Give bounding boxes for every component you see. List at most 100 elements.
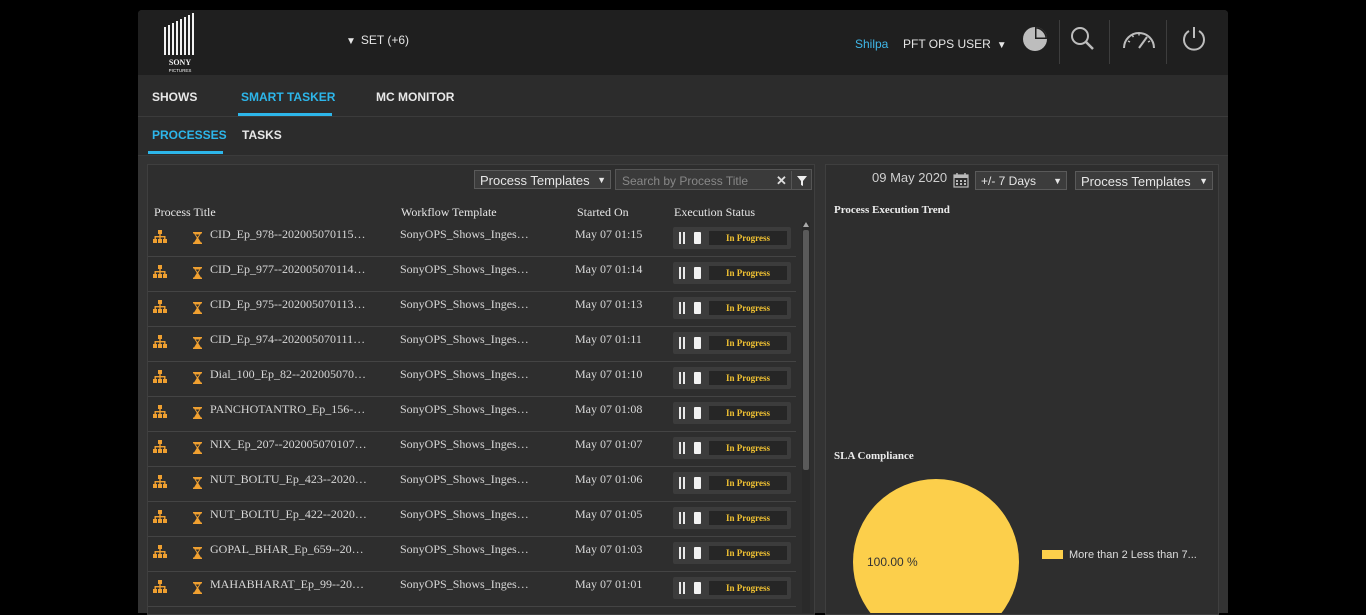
stop-icon[interactable]: [694, 267, 701, 279]
process-title[interactable]: NUT_BOLTU_Ep_422--2020…: [210, 507, 367, 522]
execution-status: In Progress: [673, 332, 791, 354]
status-badge: In Progress: [709, 511, 787, 525]
col-started-on[interactable]: Started On: [577, 205, 629, 220]
hierarchy-icon[interactable]: [153, 405, 167, 418]
pie-chart-icon[interactable]: [1020, 24, 1050, 54]
table-row[interactable]: PANCHOTANTRO_Ep_156-… SonyOPS_Shows_Inges…: [148, 396, 796, 432]
table-row[interactable]: NUT_BOLTU_Ep_422--2020… SonyOPS_Shows_Ing…: [148, 501, 796, 537]
pause-icon[interactable]: [679, 372, 686, 384]
tab-tasks[interactable]: TASKS: [242, 128, 282, 142]
table-row[interactable]: CID_Ep_978--202005070115… SonyOPS_Shows_I…: [148, 221, 796, 257]
process-title[interactable]: PANCHOTANTRO_Ep_156-…: [210, 402, 365, 417]
hierarchy-icon[interactable]: [153, 545, 167, 558]
tab-smart-tasker[interactable]: SMART TASKER: [241, 90, 335, 104]
stop-icon[interactable]: [694, 372, 701, 384]
table-row[interactable]: MAHABHARAT_Ep_99--20… SonyOPS_Shows_Inges…: [148, 571, 796, 607]
scroll-up-arrow[interactable]: [803, 222, 809, 227]
hierarchy-icon[interactable]: [153, 510, 167, 523]
close-icon[interactable]: ✕: [773, 171, 790, 190]
scrollbar[interactable]: [802, 222, 810, 613]
pause-icon[interactable]: [679, 267, 686, 279]
stop-icon[interactable]: [694, 582, 701, 594]
power-icon[interactable]: [1179, 24, 1209, 54]
set-label: SET (+6): [360, 33, 410, 47]
col-workflow-template[interactable]: Workflow Template: [401, 205, 497, 220]
hourglass-icon: [192, 441, 203, 454]
table-row[interactable]: CID_Ep_977--202005070114… SonyOPS_Shows_I…: [148, 256, 796, 292]
execution-status: In Progress: [673, 542, 791, 564]
pause-icon[interactable]: [679, 512, 686, 524]
table-row[interactable]: NIX_Ep_207--202005070107… SonyOPS_Shows_I…: [148, 431, 796, 467]
table-row[interactable]: CID_Ep_974--202005070111… SonyOPS_Shows_I…: [148, 326, 796, 362]
hierarchy-icon[interactable]: [153, 475, 167, 488]
table-row[interactable]: NUT_BOLTU_Ep_423--2020… SonyOPS_Shows_Ing…: [148, 466, 796, 502]
pause-icon[interactable]: [679, 477, 686, 489]
search-icon[interactable]: [1067, 24, 1097, 54]
stop-icon[interactable]: [694, 547, 701, 559]
date-display[interactable]: 09 May 2020: [872, 170, 947, 185]
stop-icon[interactable]: [694, 232, 701, 244]
stop-icon[interactable]: [694, 442, 701, 454]
stop-icon[interactable]: [694, 407, 701, 419]
process-templates-dropdown[interactable]: Process Templates ▼: [474, 170, 611, 189]
process-title[interactable]: NIX_Ep_207--202005070107…: [210, 437, 367, 452]
filter-icon[interactable]: [791, 171, 812, 190]
process-title[interactable]: CID_Ep_975--202005070113…: [210, 297, 366, 312]
hierarchy-icon[interactable]: [153, 370, 167, 383]
started-on: May 07 01:11: [575, 332, 642, 346]
process-title[interactable]: NUT_BOLTU_Ep_423--2020…: [210, 472, 367, 487]
tab-mc-monitor[interactable]: MC MONITOR: [376, 90, 454, 104]
hierarchy-icon[interactable]: [153, 580, 167, 593]
divider: [1166, 20, 1167, 64]
hierarchy-icon[interactable]: [153, 265, 167, 278]
table-row[interactable]: GOPAL_BHAR_Ep_659--20… SonyOPS_Shows_Inge…: [148, 536, 796, 572]
pause-icon[interactable]: [679, 407, 686, 419]
right-process-templates-dropdown[interactable]: Process Templates ▼: [1075, 171, 1213, 190]
caret-down-icon: ▼: [996, 40, 1007, 51]
workflow-template: SonyOPS_Shows_Inges…: [400, 332, 529, 346]
pause-icon[interactable]: [679, 302, 686, 314]
dashboard-gauge-icon[interactable]: [1121, 24, 1157, 54]
pause-icon[interactable]: [679, 232, 686, 244]
user-name[interactable]: Shilpa: [855, 37, 888, 51]
pause-icon[interactable]: [679, 442, 686, 454]
process-title[interactable]: CID_Ep_978--202005070115…: [210, 227, 366, 242]
hierarchy-icon[interactable]: [153, 335, 167, 348]
started-on: May 07 01:08: [575, 402, 643, 416]
pause-icon[interactable]: [679, 582, 686, 594]
process-title[interactable]: Dial_100_Ep_82--202005070…: [210, 367, 366, 382]
workflow-template: SonyOPS_Shows_Inges…: [400, 402, 529, 416]
stop-icon[interactable]: [694, 337, 701, 349]
date-range-dropdown[interactable]: +/- 7 Days ▼: [975, 171, 1067, 190]
table-row[interactable]: CID_Ep_975--202005070113… SonyOPS_Shows_I…: [148, 291, 796, 327]
stop-icon[interactable]: [694, 477, 701, 489]
col-process-title[interactable]: Process Title: [154, 205, 216, 220]
calendar-icon[interactable]: [953, 172, 969, 188]
sub-nav: PROCESSES TASKS: [138, 117, 1228, 156]
process-title[interactable]: CID_Ep_977--202005070114…: [210, 262, 366, 277]
legend-label[interactable]: More than 2 Less than 7...: [1069, 549, 1197, 561]
pause-icon[interactable]: [679, 547, 686, 559]
search-input[interactable]: [620, 171, 772, 190]
sla-pie-chart: [853, 479, 1019, 613]
stop-icon[interactable]: [694, 302, 701, 314]
pause-icon[interactable]: [679, 337, 686, 349]
process-title[interactable]: GOPAL_BHAR_Ep_659--20…: [210, 542, 364, 557]
tab-processes[interactable]: PROCESSES: [152, 128, 227, 142]
hierarchy-icon[interactable]: [153, 300, 167, 313]
user-role-menu[interactable]: PFT OPS USER ▼: [903, 37, 1007, 51]
pie-slice[interactable]: [853, 479, 1019, 613]
set-selector[interactable]: ▼ SET (+6): [346, 33, 409, 47]
scrollbar-thumb[interactable]: [803, 230, 809, 470]
execution-status: In Progress: [673, 472, 791, 494]
tab-shows[interactable]: SHOWS: [152, 90, 197, 104]
table-row[interactable]: Dial_100_Ep_82--202005070… SonyOPS_Shows_…: [148, 361, 796, 397]
stop-icon[interactable]: [694, 512, 701, 524]
hierarchy-icon[interactable]: [153, 230, 167, 243]
status-badge: In Progress: [709, 546, 787, 560]
brand-line2: PICTURES: [169, 68, 192, 73]
process-title[interactable]: CID_Ep_974--202005070111…: [210, 332, 365, 347]
process-title[interactable]: MAHABHARAT_Ep_99--20…: [210, 577, 364, 592]
hierarchy-icon[interactable]: [153, 440, 167, 453]
col-execution-status[interactable]: Execution Status: [674, 205, 755, 220]
